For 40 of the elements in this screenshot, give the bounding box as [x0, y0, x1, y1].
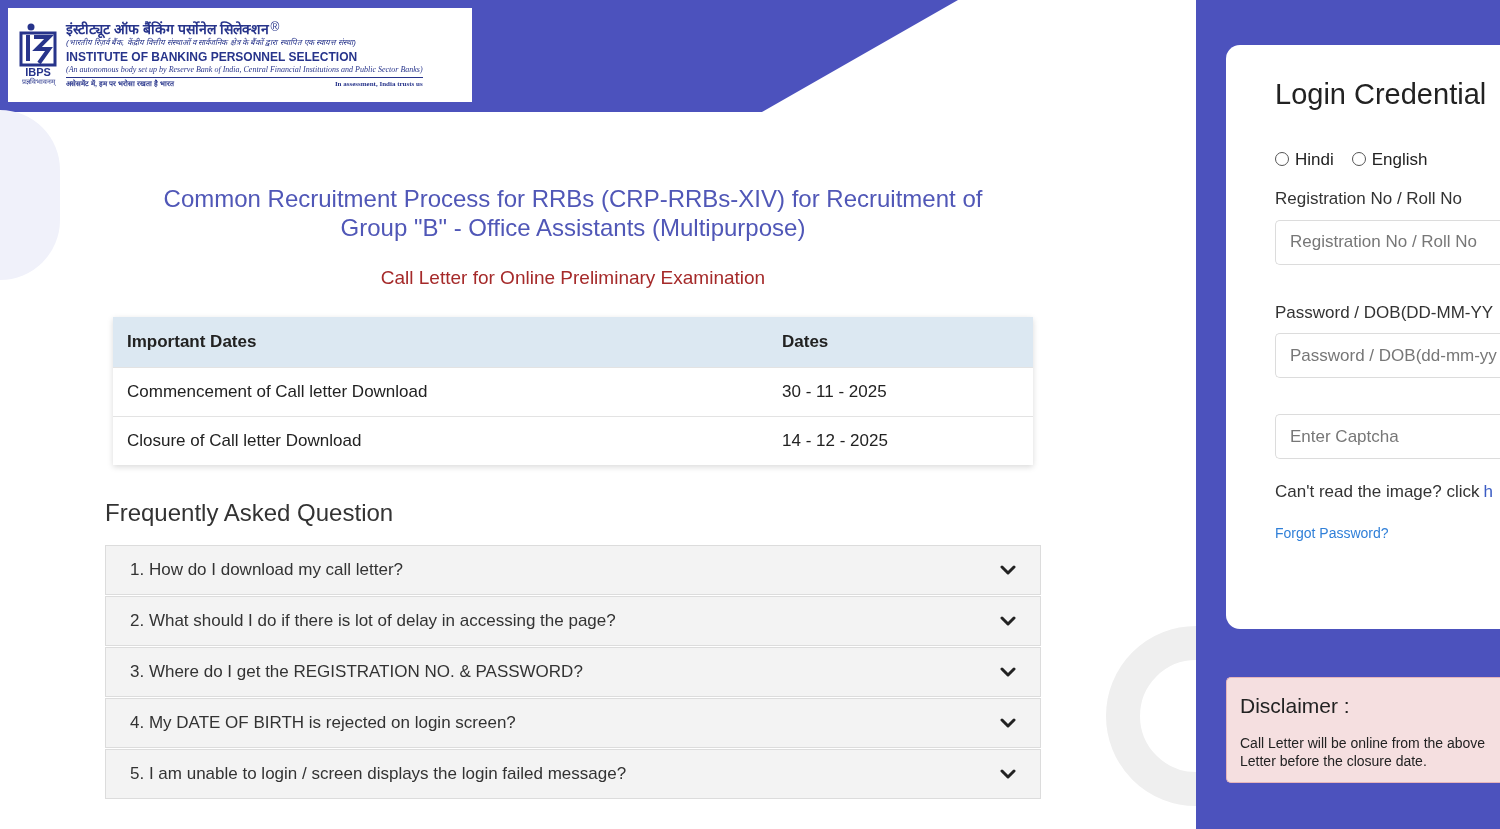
logo-english-subtitle: (An autonomous body set up by Reserve Bank of India, Central Financial Institutions and Public Sector Banks): [66, 65, 423, 79]
chevron-down-icon: [1000, 716, 1016, 729]
forgot-password-link[interactable]: Forgot Password?: [1275, 522, 1389, 544]
language-radio[interactable]: Hindi: [1275, 146, 1334, 172]
column-header: Dates: [782, 330, 829, 353]
chevron-down-icon: [1000, 563, 1016, 576]
table-cell-text: 14 - 12 - 2025: [782, 429, 888, 452]
disclaimer-title: Disclaimer :: [1240, 693, 1351, 719]
faq-item[interactable]: 3. Where do I get the REGISTRATION NO. & PASSWORD?: [105, 646, 1041, 697]
faq-item[interactable]: 4. My DATE OF BIRTH is rejected on login screen?: [105, 697, 1041, 748]
faq-heading: Frequently Asked Question: [105, 497, 395, 528]
chevron-down-icon: [1000, 614, 1016, 627]
table-cell-text: 30 - 11 - 2025: [782, 380, 887, 403]
captcha-field[interactable]: Enter Captcha: [1275, 414, 1500, 459]
chevron-down-icon: [1000, 665, 1016, 678]
chevron-down-icon: [1000, 767, 1016, 780]
table-cell-text: Commencement of Call letter Download: [127, 380, 429, 403]
registration-field[interactable]: Registration No / Roll No: [1275, 219, 1500, 265]
faq-item[interactable]: 2. What should I do if there is lot of delay in accessing the page?: [105, 595, 1041, 646]
disclaimer-text: Call Letter will be online from the above: [1240, 733, 1487, 752]
captcha-refresh-link[interactable]: h: [1483, 479, 1493, 505]
language-radio[interactable]: English: [1351, 146, 1428, 172]
table-cell-text: Closure of Call letter Download: [127, 429, 363, 452]
registered-mark: ®: [270, 20, 280, 33]
column-header: Important Dates: [127, 330, 258, 353]
logo-hindi-name: इंस्टीट्यूट ऑफ बैंकिंग पर्सोनेल सिलेक्शन: [66, 20, 269, 38]
disclaimer-text: Letter before the closure date.: [1240, 751, 1428, 770]
login-title: Login Credential: [1275, 77, 1488, 112]
password-field[interactable]: Password / DOB(dd-mm-yy: [1275, 333, 1500, 378]
logo-icon: [19, 23, 57, 68]
faq-item[interactable]: 5. I am unable to login / screen displays the login failed message?: [105, 748, 1041, 799]
logo-acronym: IBPS: [25, 67, 51, 79]
logo-english-name: INSTITUTE OF BANKING PERSONNEL SELECTION: [66, 50, 359, 66]
page-title: Common Recruitment Process for RRBs (CRP-RRBs-XIV) for Recruitment of Group "B" - Office Assistants (Multipurpose): [162, 184, 984, 242]
password-label: Password / DOB(DD-MM-YY: [1275, 301, 1495, 324]
page-subtitle: Call Letter for Online Preliminary Examination: [379, 266, 767, 290]
captcha-help-text: Can't read the image? click: [1275, 481, 1480, 503]
logo-hindi-subtitle: (भारतीय रिज़र्व बैंक, केंद्रीय वित्तीय संस्थाओं व सार्वजनिक क्षेत्र के बैंकों द्वारा स्थापित एक स्वायत्त संस्था): [66, 38, 357, 49]
registration-label: Registration No / Roll No: [1275, 188, 1464, 210]
faq-item[interactable]: 1. How do I download my call letter?: [105, 544, 1041, 595]
